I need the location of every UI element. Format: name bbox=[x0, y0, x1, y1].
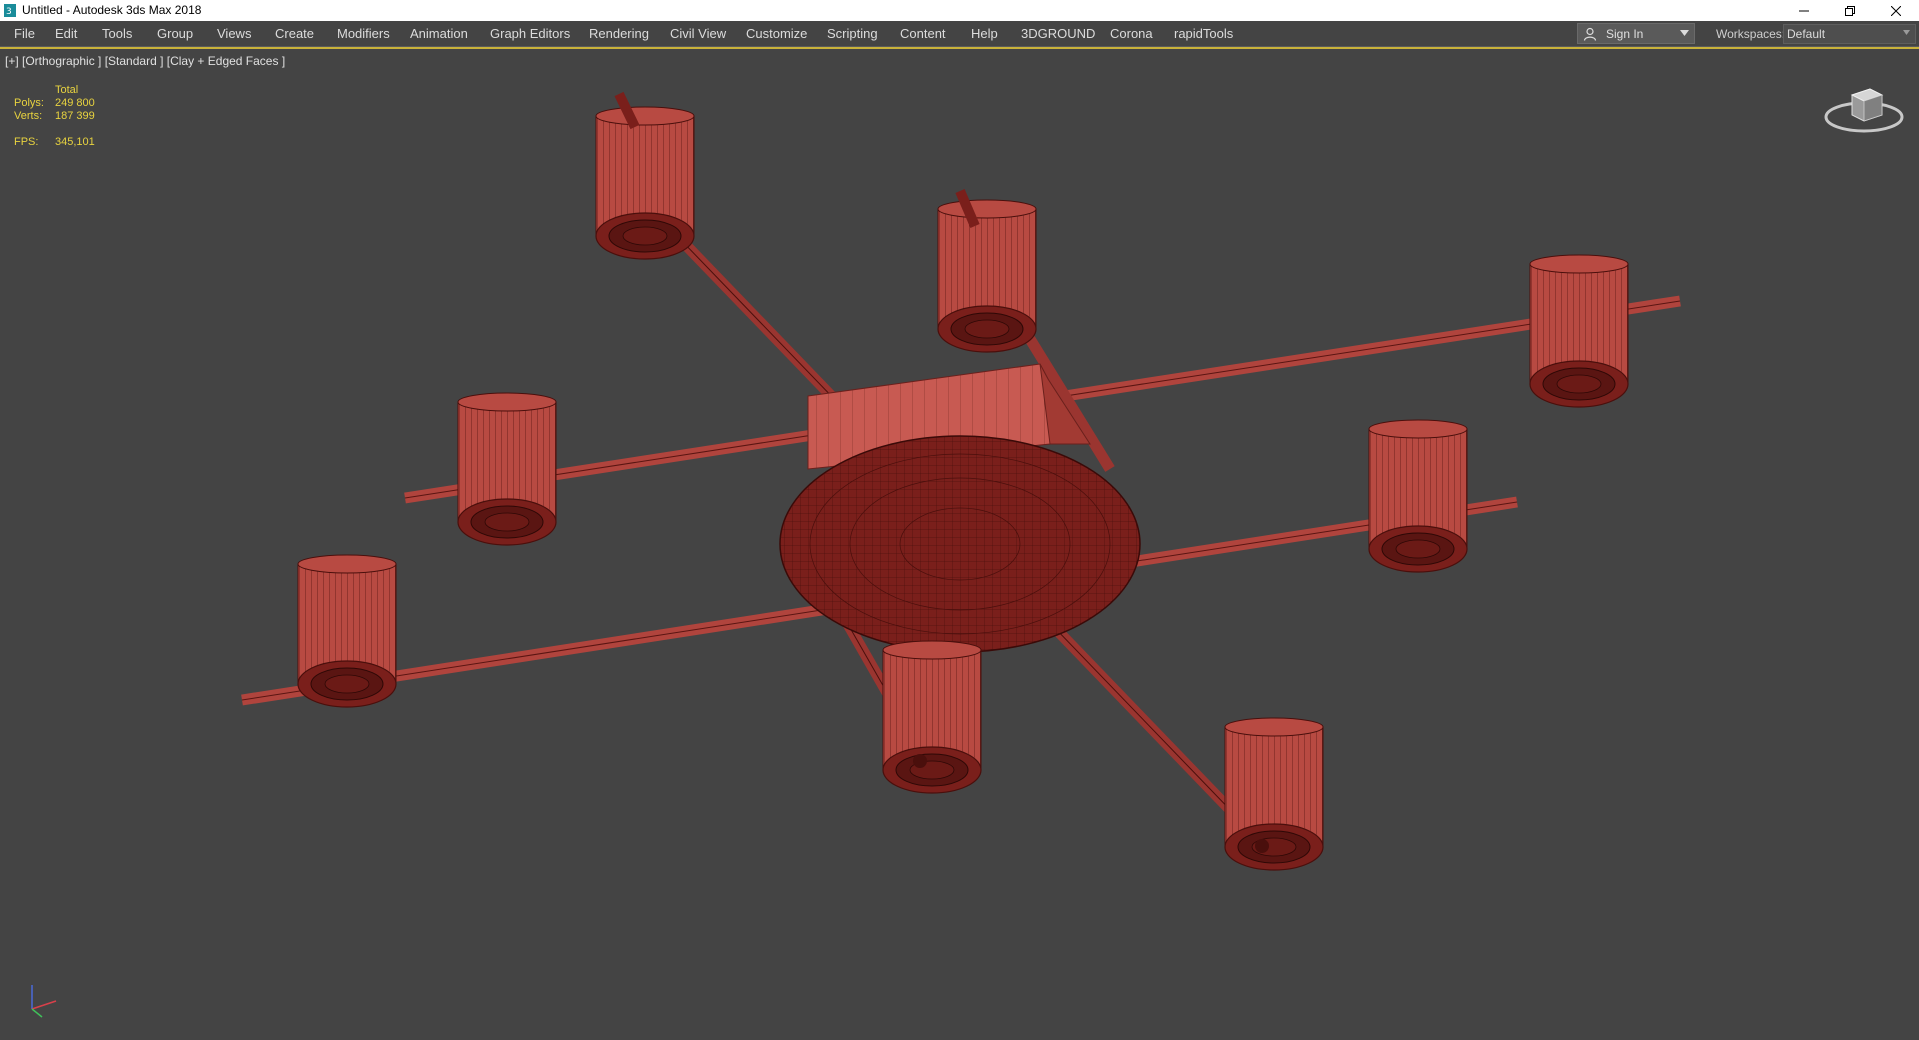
canopy-disk bbox=[779, 435, 1141, 653]
window-title: Untitled - Autodesk 3ds Max 2018 bbox=[22, 3, 202, 17]
verts-label: Verts: bbox=[14, 110, 43, 122]
stats-header: Total bbox=[55, 84, 79, 96]
lamp-shade bbox=[1224, 717, 1324, 871]
close-icon bbox=[1891, 5, 1901, 16]
menu-rapidtools[interactable]: rapidTools bbox=[1174, 26, 1233, 41]
menu-modifiers[interactable]: Modifiers bbox=[337, 26, 390, 41]
lamp-shade bbox=[595, 106, 695, 260]
restore-button[interactable] bbox=[1827, 0, 1873, 21]
restore-icon bbox=[1845, 5, 1855, 16]
fps-value: 345,101 bbox=[55, 136, 95, 148]
workspaces-label: Workspaces: bbox=[1716, 27, 1786, 41]
lamp-shade bbox=[297, 554, 397, 708]
workspaces-value: Default bbox=[1787, 27, 1826, 41]
menu-help[interactable]: Help bbox=[971, 26, 998, 41]
chandelier-model[interactable] bbox=[0, 49, 1919, 1040]
menu-group[interactable]: Group bbox=[157, 26, 193, 41]
chevron-down-icon bbox=[1680, 30, 1689, 36]
workspaces-dropdown[interactable]: Default bbox=[1783, 24, 1916, 44]
menu-tools[interactable]: Tools bbox=[102, 26, 132, 41]
menu-civil-view[interactable]: Civil View bbox=[670, 26, 726, 41]
chevron-down-icon bbox=[1903, 30, 1910, 35]
lamp-shade bbox=[882, 640, 982, 794]
viewport-label[interactable]: [+] [Orthographic ] [Standard ] [Clay + … bbox=[5, 54, 285, 68]
lamp-shade bbox=[457, 392, 557, 546]
menu-corona[interactable]: Corona bbox=[1110, 26, 1153, 41]
svg-text:3: 3 bbox=[6, 7, 12, 17]
menu-animation[interactable]: Animation bbox=[410, 26, 468, 41]
lamp-shade bbox=[1368, 419, 1468, 573]
title-bar: 3 Untitled - Autodesk 3ds Max 2018 bbox=[0, 0, 1919, 21]
axis-tripod-icon bbox=[31, 985, 57, 1018]
viewcube-icon[interactable] bbox=[1822, 77, 1906, 139]
minimize-button[interactable] bbox=[1781, 0, 1827, 21]
menu-content[interactable]: Content bbox=[900, 26, 946, 41]
lamp-shade bbox=[1529, 254, 1629, 408]
menu-create[interactable]: Create bbox=[275, 26, 314, 41]
fps-label: FPS: bbox=[14, 136, 39, 148]
verts-value: 187 399 bbox=[55, 110, 95, 122]
menu-file[interactable]: File bbox=[14, 26, 35, 41]
menu-views[interactable]: Views bbox=[217, 26, 251, 41]
menu-edit[interactable]: Edit bbox=[55, 26, 77, 41]
polys-value: 249 800 bbox=[55, 97, 95, 109]
menu-rendering[interactable]: Rendering bbox=[589, 26, 649, 41]
sign-in-button[interactable]: Sign In bbox=[1577, 23, 1695, 44]
polys-label: Polys: bbox=[14, 97, 44, 109]
menu-3dground[interactable]: 3DGROUND bbox=[1021, 26, 1095, 41]
3ds-max-icon: 3 bbox=[4, 4, 16, 17]
viewport-orthographic[interactable]: [+] [Orthographic ] [Standard ] [Clay + … bbox=[0, 49, 1919, 1040]
sign-in-label: Sign In bbox=[1606, 27, 1644, 41]
lamp-shade bbox=[937, 199, 1037, 353]
menu-customize[interactable]: Customize bbox=[746, 26, 807, 41]
close-button[interactable] bbox=[1873, 0, 1919, 21]
user-icon bbox=[1583, 27, 1597, 41]
menu-graph-editors[interactable]: Graph Editors bbox=[490, 26, 570, 41]
minimize-icon bbox=[1799, 10, 1809, 11]
menu-scripting[interactable]: Scripting bbox=[827, 26, 878, 41]
